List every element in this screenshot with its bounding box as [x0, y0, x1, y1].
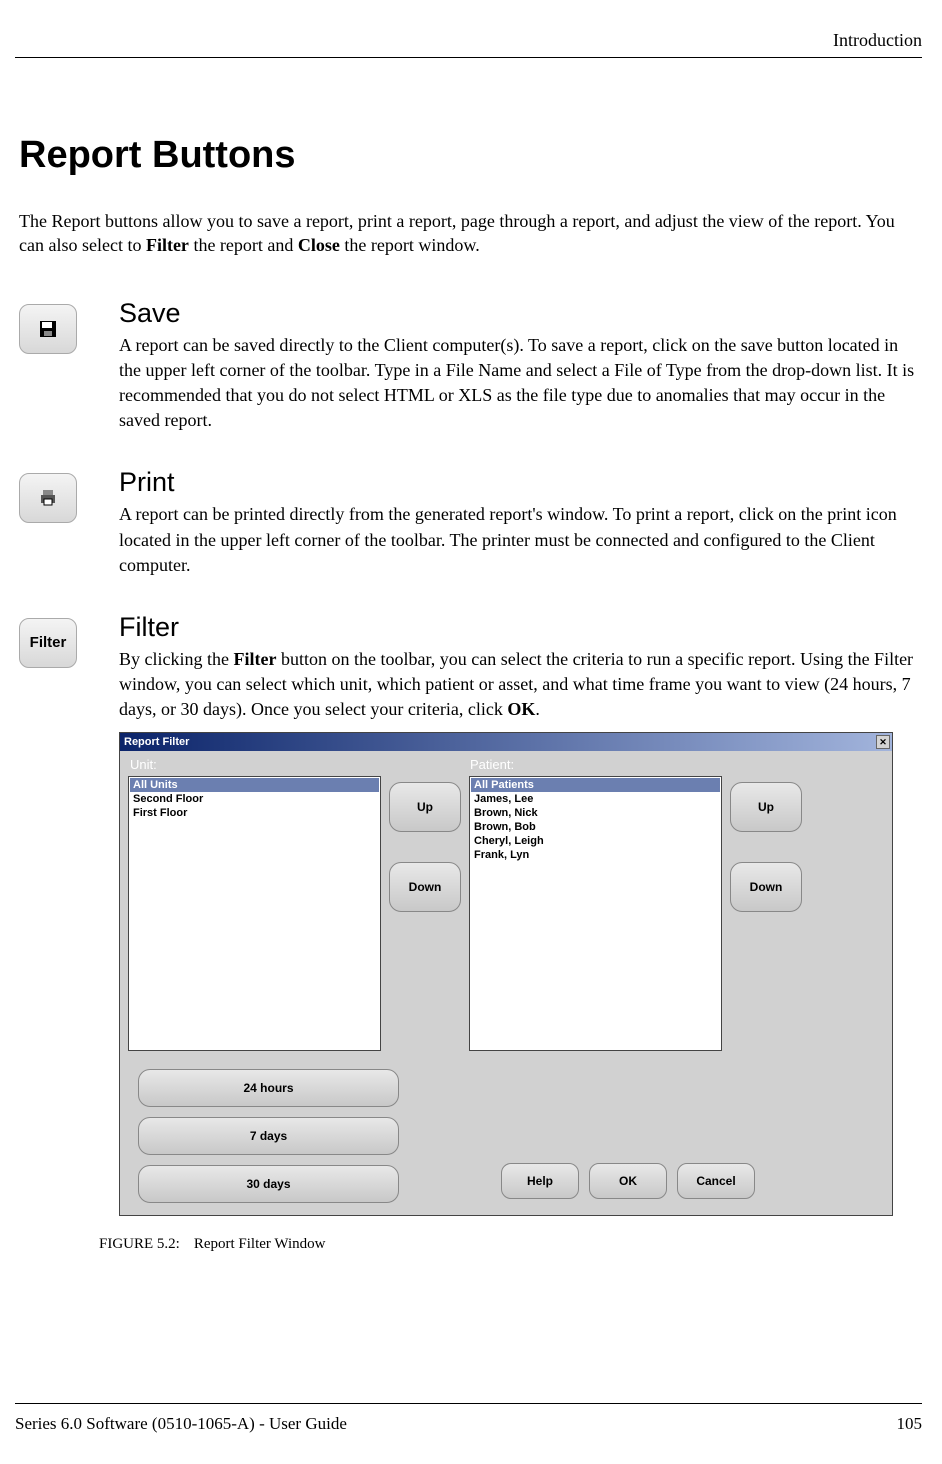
patient-down-button[interactable]: Down	[730, 862, 802, 912]
filter-icon-label: Filter	[30, 634, 67, 651]
print-body: A report can be printed directly from th…	[119, 502, 918, 578]
page-title: Report Buttons	[19, 134, 918, 177]
intro-paragraph: The Report buttons allow you to save a r…	[19, 209, 918, 258]
close-icon: ✕	[879, 737, 887, 748]
patient-up-button[interactable]: Up	[730, 782, 802, 832]
patient-label: Patient:	[470, 757, 882, 772]
list-item[interactable]: Frank, Lyn	[471, 848, 720, 862]
list-item[interactable]: Brown, Nick	[471, 806, 720, 820]
section-save: Save A report can be saved directly to t…	[19, 298, 918, 434]
dialog-title: Report Filter	[124, 736, 189, 748]
ok-button[interactable]: OK	[589, 1163, 667, 1199]
save-body: A report can be saved directly to the Cl…	[119, 333, 918, 434]
header-breadcrumb: Introduction	[15, 30, 922, 51]
intro-bold-close: Close	[298, 235, 340, 255]
list-item[interactable]: James, Lee	[471, 792, 720, 806]
section-filter: Filter Filter By clicking the Filter but…	[19, 612, 918, 723]
header-rule	[15, 57, 922, 58]
filter-body: By clicking the Filter button on the too…	[119, 647, 918, 723]
patient-listbox[interactable]: All Patients James, Lee Brown, Nick Brow…	[469, 776, 722, 1051]
unit-label: Unit:	[130, 757, 470, 772]
filter-body-post: .	[535, 699, 540, 719]
list-item[interactable]: Second Floor	[130, 792, 379, 806]
filter-heading: Filter	[119, 612, 918, 643]
filter-icon: Filter	[19, 618, 77, 668]
footer-left: Series 6.0 Software (0510-1065-A) - User…	[15, 1414, 897, 1434]
unit-up-button[interactable]: Up	[389, 782, 461, 832]
figure-caption: FIGURE 5.2: Report Filter Window	[99, 1236, 918, 1253]
save-icon	[19, 304, 77, 354]
list-item[interactable]: First Floor	[130, 806, 379, 820]
print-heading: Print	[119, 467, 918, 498]
cancel-button[interactable]: Cancel	[677, 1163, 755, 1199]
intro-text-post: the report window.	[340, 235, 480, 255]
filter-body-pre: By clicking the	[119, 649, 233, 669]
filter-body-bold1: Filter	[233, 649, 276, 669]
list-item[interactable]: All Patients	[471, 778, 720, 792]
list-item[interactable]: Cheryl, Leigh	[471, 834, 720, 848]
help-button[interactable]: Help	[501, 1163, 579, 1199]
close-button[interactable]: ✕	[876, 735, 890, 749]
unit-listbox[interactable]: All Units Second Floor First Floor	[128, 776, 381, 1051]
section-print: Print A report can be printed directly f…	[19, 467, 918, 578]
time-24hours-button[interactable]: 24 hours	[138, 1069, 399, 1107]
list-item[interactable]: Brown, Bob	[471, 820, 720, 834]
save-heading: Save	[119, 298, 918, 329]
figure-text: Report Filter Window	[194, 1236, 326, 1252]
page-number: 105	[897, 1414, 923, 1434]
intro-text-mid: the report and	[189, 235, 298, 255]
print-icon	[19, 473, 77, 523]
unit-down-button[interactable]: Down	[389, 862, 461, 912]
time-7days-button[interactable]: 7 days	[138, 1117, 399, 1155]
figure-number: FIGURE 5.2:	[99, 1236, 180, 1252]
time-30days-button[interactable]: 30 days	[138, 1165, 399, 1203]
report-filter-dialog: Report Filter ✕ Unit: Patient: All Units…	[119, 732, 893, 1216]
list-item[interactable]: All Units	[130, 778, 379, 792]
intro-bold-filter: Filter	[146, 235, 189, 255]
dialog-titlebar: Report Filter ✕	[120, 733, 892, 751]
filter-body-bold2: OK	[507, 699, 535, 719]
